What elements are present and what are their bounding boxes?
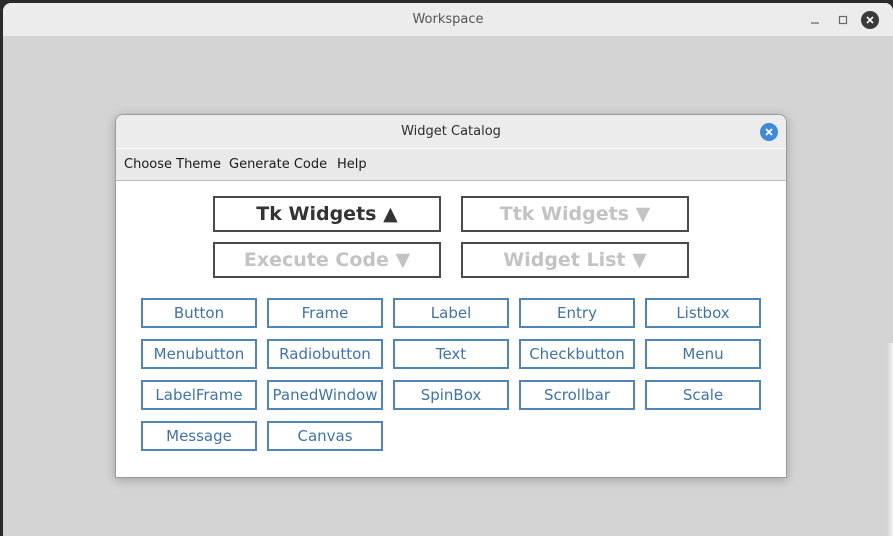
widget-labelframe-button[interactable]: LabelFrame — [141, 380, 257, 410]
widget-text-button[interactable]: Text — [393, 339, 509, 369]
dialog-titlebar[interactable]: Widget Catalog — [116, 115, 786, 148]
menu-help[interactable]: Help — [337, 149, 367, 181]
menu-generate-code[interactable]: Generate Code — [229, 149, 327, 181]
tk-widgets-button[interactable]: Tk Widgets ▲ — [213, 196, 441, 232]
background-edge — [887, 343, 893, 536]
widget-listbox-button[interactable]: Listbox — [645, 298, 761, 328]
widget-menubutton-button[interactable]: Menubutton — [141, 339, 257, 369]
widget-menu-button[interactable]: Menu — [645, 339, 761, 369]
widget-radiobutton-button[interactable]: Radiobutton — [267, 339, 383, 369]
minimize-icon[interactable] — [806, 11, 824, 29]
widget-spinbox-button[interactable]: SpinBox — [393, 380, 509, 410]
widget-button-button[interactable]: Button — [141, 298, 257, 328]
close-icon[interactable] — [861, 11, 879, 29]
menu-choose-theme[interactable]: Choose Theme — [124, 149, 221, 181]
dialog-close-icon[interactable] — [760, 123, 778, 141]
dialog-title: Widget Catalog — [401, 124, 501, 139]
maximize-icon[interactable] — [834, 11, 852, 29]
widget-panedwindow-button[interactable]: PanedWindow — [267, 380, 383, 410]
execute-code-button[interactable]: Execute Code ▼ — [213, 242, 441, 278]
widget-scale-button[interactable]: Scale — [645, 380, 761, 410]
widget-canvas-button[interactable]: Canvas — [267, 421, 383, 451]
widget-frame-button[interactable]: Frame — [267, 298, 383, 328]
widget-scrollbar-button[interactable]: Scrollbar — [519, 380, 635, 410]
workspace-titlebar[interactable]: Workspace — [3, 3, 893, 36]
widget-checkbutton-button[interactable]: Checkbutton — [519, 339, 635, 369]
ttk-widgets-button[interactable]: Ttk Widgets ▼ — [461, 196, 689, 232]
widget-list-button[interactable]: Widget List ▼ — [461, 242, 689, 278]
widget-catalog-dialog: Widget Catalog Choose Theme Generate Cod… — [115, 114, 787, 478]
workspace-title: Workspace — [412, 12, 484, 27]
widget-entry-button[interactable]: Entry — [519, 298, 635, 328]
widget-label-button[interactable]: Label — [393, 298, 509, 328]
widget-message-button[interactable]: Message — [141, 421, 257, 451]
menubar: Choose Theme Generate Code Help — [116, 149, 786, 181]
